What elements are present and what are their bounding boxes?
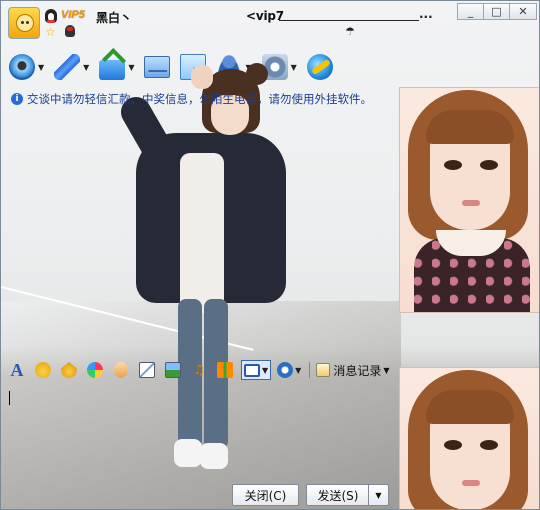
emoji-button[interactable] (33, 360, 53, 380)
chevron-down-icon[interactable]: ▼ (383, 366, 389, 375)
window-controls: _ □ ✕ (457, 3, 537, 20)
voice-call-button[interactable]: ▼ (54, 52, 89, 82)
signature-ellipsis: ... (419, 7, 433, 21)
vip-badge[interactable]: VIP5 (61, 9, 85, 21)
music-button[interactable]: ♫ (189, 360, 209, 380)
send-options-dropdown[interactable]: ▼ (368, 484, 389, 506)
smiley-icon (35, 362, 51, 378)
send-button[interactable]: 发送(S) (306, 484, 369, 506)
magic-emoji-button[interactable] (59, 360, 79, 380)
security-notice-text: 交谈中请勿轻信汇款、中奖信息，勿陌生电话，请勿使用外挂软件。 (27, 92, 372, 106)
close-window-button[interactable]: ✕ (509, 3, 537, 20)
scribble-button[interactable] (85, 360, 105, 380)
contact-nickname: 黑白丶 (96, 11, 133, 25)
background-person-image (115, 63, 286, 483)
font-button[interactable]: A (7, 360, 27, 380)
screenshot-button[interactable]: ▼ (241, 360, 272, 380)
text-caret (9, 391, 10, 405)
internet-icon (306, 54, 333, 80)
payment-button[interactable]: ▼ (277, 360, 301, 380)
magic-face-icon (61, 362, 77, 378)
chevron-down-icon[interactable]: ▼ (262, 366, 268, 375)
contact-show-photo[interactable] (399, 87, 539, 313)
contact-avatar[interactable] (8, 7, 40, 39)
message-history-button[interactable]: 消息记录 ▼ (316, 362, 389, 379)
video-camera-icon (9, 54, 35, 80)
pen-icon (139, 362, 155, 378)
minimize-button[interactable]: _ (457, 3, 484, 20)
video-call-button[interactable]: ▼ (9, 52, 44, 82)
chevron-down-icon[interactable]: ▼ (295, 366, 301, 375)
shake-button[interactable] (111, 360, 131, 380)
gift-icon (217, 362, 233, 378)
umbrella-icon: ☂ (345, 25, 355, 38)
internet-button[interactable] (306, 52, 333, 82)
star-icon[interactable]: ☆ (45, 25, 56, 39)
format-toolbar: A ♫ ▼ ▼ 消息记录 ▼ (7, 359, 389, 381)
history-icon (316, 363, 331, 377)
my-show-photo[interactable] (399, 367, 539, 509)
chevron-down-icon[interactable]: ▼ (291, 63, 297, 72)
color-wheel-icon (87, 362, 103, 378)
close-button[interactable]: 关闭(C) (232, 484, 299, 506)
toolbar-divider (309, 362, 311, 378)
chat-window: VIP5 黑白丶 ☆ <vip7 ... ☂ _ □ ✕ ▼ ▼ ▼ ▼ ▼ i… (0, 0, 540, 510)
maximize-button[interactable]: □ (483, 3, 510, 20)
doodle-button[interactable] (137, 360, 157, 380)
message-history-label: 消息记录 (333, 363, 382, 378)
gift-button[interactable] (215, 360, 235, 380)
qq-show-icon[interactable] (65, 25, 79, 39)
signature-underline (279, 20, 419, 21)
payment-icon (277, 362, 294, 378)
hand-icon (114, 362, 128, 378)
security-notice: i 交谈中请勿轻信汇款、中奖信息，勿陌生电话，请勿使用外挂软件。 (11, 91, 372, 107)
image-icon (165, 362, 181, 378)
microphone-icon (54, 54, 81, 80)
music-note-icon: ♫ (193, 362, 205, 378)
chevron-down-icon[interactable]: ▼ (38, 63, 44, 72)
chevron-down-icon[interactable]: ▼ (83, 63, 89, 72)
title-bar[interactable]: VIP5 黑白丶 ☆ <vip7 ... ☂ _ □ ✕ (1, 1, 539, 45)
screenshot-icon (244, 363, 260, 377)
info-shield-icon: i (11, 93, 23, 105)
qq-penguin-icon[interactable] (45, 9, 59, 23)
send-image-button[interactable] (163, 360, 183, 380)
